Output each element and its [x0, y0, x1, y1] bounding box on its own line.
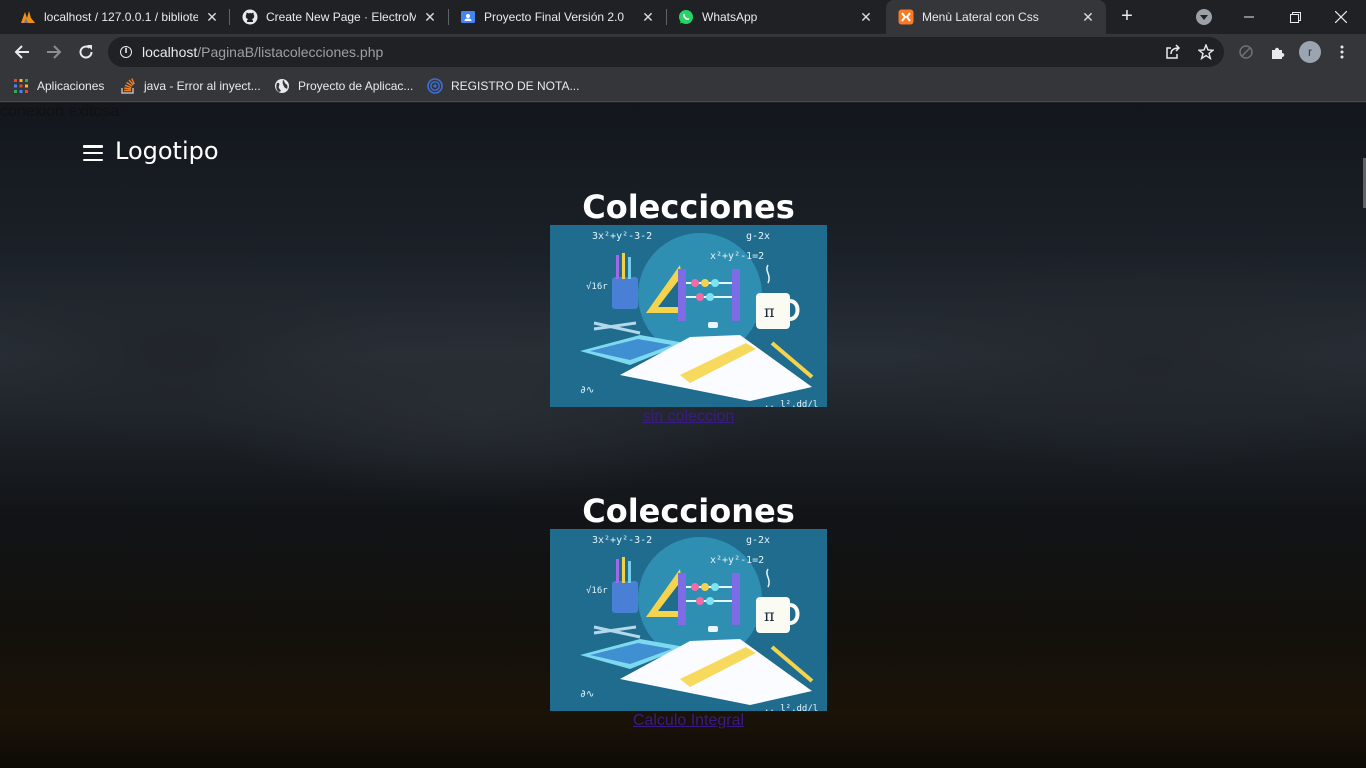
url-host: localhost — [142, 44, 198, 60]
svg-text:x²+y²-1=2: x²+y²-1=2 — [710, 251, 764, 262]
bookmark-label: Aplicaciones — [37, 79, 105, 93]
collection-card: Colecciones 3x²+y²-3-2 g-2x x²+y²-1=2 √1… — [550, 189, 827, 427]
bookmark-label: REGISTRO DE NOTA... — [451, 79, 580, 93]
bookmark-registro[interactable]: REGISTRO DE NOTA... — [427, 76, 579, 96]
svg-text:g-2x: g-2x — [746, 535, 770, 546]
collection-thumbnail-image[interactable]: 3x²+y²-3-2 g-2x x²+y²-1=2 √16r π ∂∿ .. l… — [550, 529, 827, 711]
svg-text:3x²+y²-3-2: 3x²+y²-3-2 — [592, 535, 652, 546]
svg-text:.. l².dd/l: .. l².dd/l — [764, 400, 818, 407]
collection-link[interactable]: Calculo Integral — [550, 711, 827, 731]
hamburger-menu-icon[interactable] — [83, 143, 103, 163]
more-menu-icon[interactable] — [1334, 44, 1350, 60]
forward-arrow-icon — [47, 45, 62, 59]
collection-link[interactable]: sin coleccion — [550, 407, 827, 427]
back-arrow-icon — [14, 45, 29, 59]
tab-github[interactable]: Create New Page · ElectroMa ✕ — [230, 0, 448, 34]
collection-card: Colecciones 3x²+y²-3-2 g-2x x²+y²-1=2 √1… — [550, 493, 827, 731]
minimize-button[interactable] — [1226, 0, 1272, 34]
whatsapp-icon — [678, 9, 694, 25]
tab-strip: localhost / 127.0.0.1 / bibliote ✕ Creat… — [0, 0, 1366, 34]
bookmark-apps[interactable]: Aplicaciones — [13, 76, 104, 96]
tab-search-icon[interactable] — [1196, 9, 1212, 25]
restore-button[interactable] — [1272, 0, 1318, 34]
svg-text:√16r: √16r — [586, 585, 608, 596]
github-icon — [242, 9, 258, 25]
svg-text:π: π — [764, 302, 775, 321]
bookmark-java-error[interactable]: java - Error al inyect... — [120, 76, 261, 96]
svg-text:∂∿: ∂∿ — [580, 689, 594, 700]
bookmark-star-icon[interactable] — [1198, 44, 1214, 60]
new-tab-button[interactable]: + — [1116, 6, 1138, 28]
bookmarks-bar: Aplicaciones java - Error al inyect... P… — [0, 70, 1366, 102]
phpmyadmin-icon — [20, 9, 36, 25]
reload-icon — [79, 45, 93, 59]
collection-heading: Colecciones — [582, 188, 795, 226]
bookmark-label: java - Error al inyect... — [144, 79, 261, 93]
tab-menu-lateral[interactable]: Menù Lateral con Css ✕ — [886, 0, 1106, 34]
close-icon[interactable]: ✕ — [204, 9, 220, 25]
page-viewport: conexion exitosa Logotipo Colecciones 3x… — [0, 103, 1366, 768]
site-info-icon[interactable]: i — [120, 46, 132, 58]
registry-icon — [427, 78, 443, 94]
tab-title: WhatsApp — [702, 10, 758, 24]
performance-icon[interactable] — [1238, 44, 1254, 60]
stackoverflow-icon — [120, 78, 136, 94]
collection-heading: Colecciones — [582, 492, 795, 530]
tab-classroom[interactable]: Proyecto Final Versión 2.0 ✕ — [448, 0, 666, 34]
close-window-button[interactable] — [1318, 0, 1364, 34]
svg-text:g-2x: g-2x — [746, 231, 770, 242]
forward-button[interactable] — [42, 40, 66, 64]
close-icon[interactable]: ✕ — [422, 9, 438, 25]
back-button[interactable] — [10, 40, 34, 64]
tab-whatsapp[interactable]: WhatsApp ✕ — [666, 0, 884, 34]
close-icon[interactable]: ✕ — [858, 9, 874, 25]
tab-title: Menù Lateral con Css — [922, 10, 1039, 24]
xampp-icon — [898, 9, 914, 25]
close-icon[interactable]: ✕ — [1080, 9, 1096, 25]
profile-avatar[interactable]: r — [1299, 41, 1321, 63]
google-classroom-icon — [460, 9, 476, 25]
globe-icon — [274, 78, 290, 94]
tab-title: Create New Page · ElectroMa — [266, 10, 416, 24]
logo-text[interactable]: Logotipo — [115, 137, 219, 165]
svg-text:π: π — [764, 606, 775, 625]
tab-title: localhost / 127.0.0.1 / bibliote — [44, 10, 198, 24]
browser-toolbar: i localhost/PaginaB/listacolecciones.php… — [0, 34, 1366, 70]
bookmark-label: Proyecto de Aplicac... — [298, 79, 414, 93]
url-path: /PaginaB/listacolecciones.php — [197, 44, 384, 60]
svg-text:.. l².dd/l: .. l².dd/l — [764, 704, 818, 711]
bookmark-proyecto[interactable]: Proyecto de Aplicac... — [274, 76, 413, 96]
close-icon[interactable]: ✕ — [640, 9, 656, 25]
svg-text:∂∿: ∂∿ — [580, 385, 594, 396]
extensions-icon[interactable] — [1270, 44, 1286, 60]
collection-thumbnail-image[interactable]: 3x²+y²-3-2 g-2x x²+y²-1=2 √16r π ∂∿ .. l… — [550, 225, 827, 407]
address-bar[interactable]: i localhost/PaginaB/listacolecciones.php — [108, 37, 1224, 67]
svg-text:√16r: √16r — [586, 281, 608, 292]
connection-status-text: conexion exitosa — [0, 103, 120, 120]
apps-grid-icon — [13, 78, 29, 94]
share-icon[interactable] — [1165, 44, 1181, 60]
tab-title: Proyecto Final Versión 2.0 — [484, 10, 625, 24]
svg-text:x²+y²-1=2: x²+y²-1=2 — [710, 555, 764, 566]
reload-button[interactable] — [74, 40, 98, 64]
tab-phpmyadmin[interactable]: localhost / 127.0.0.1 / bibliote ✕ — [8, 0, 230, 34]
svg-text:3x²+y²-3-2: 3x²+y²-3-2 — [592, 231, 652, 242]
url-text[interactable]: localhost/PaginaB/listacolecciones.php — [142, 44, 383, 60]
